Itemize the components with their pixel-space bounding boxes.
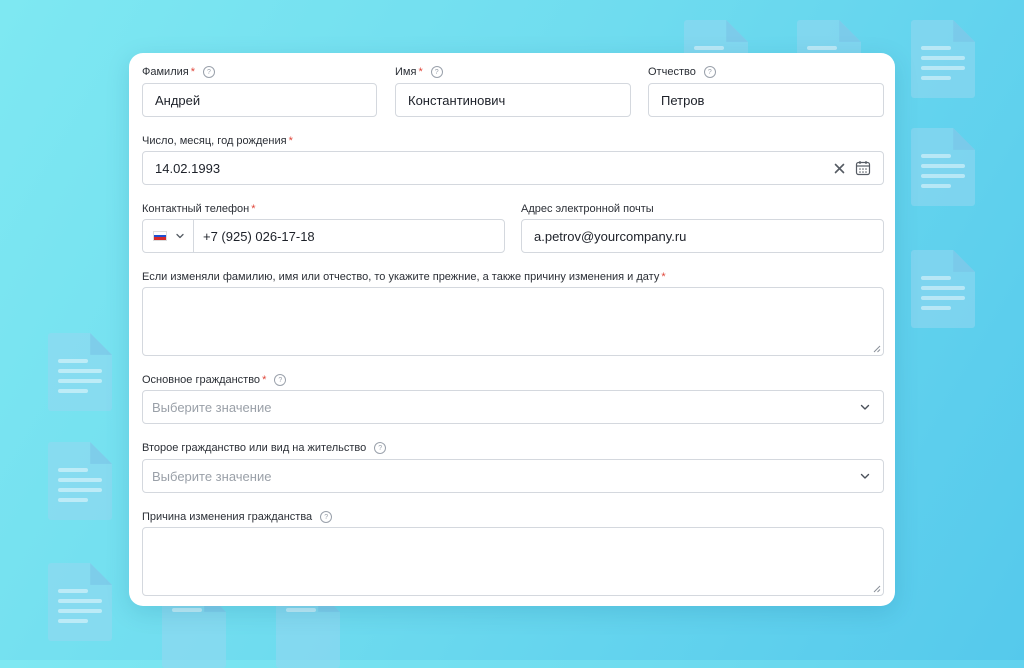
name-change-textarea[interactable]: [142, 287, 884, 356]
first-name-input[interactable]: Константинович: [395, 83, 631, 117]
second-citizenship-label: Второе гражданство или вид на жительство…: [142, 442, 387, 454]
required-mark: *: [251, 203, 256, 215]
required-mark: *: [262, 374, 267, 386]
chevron-down-icon: [860, 473, 870, 479]
phone-label: Контактный телефон *: [142, 203, 256, 215]
citizenship-change-reason-textarea[interactable]: [142, 527, 884, 596]
help-icon[interactable]: ?: [203, 66, 215, 78]
email-input[interactable]: a.petrov@yourcompany.ru: [521, 219, 884, 253]
document-icon: [48, 442, 112, 520]
document-icon: [48, 563, 112, 641]
resize-handle-icon[interactable]: [873, 345, 881, 353]
last-name-label: Фамилия * ?: [142, 66, 215, 78]
help-icon[interactable]: ?: [703, 66, 716, 78]
first-name-value: Константинович: [408, 92, 506, 108]
required-mark: *: [661, 271, 666, 283]
patronymic-input[interactable]: Петров: [648, 83, 884, 117]
email-value: a.petrov@yourcompany.ru: [534, 228, 687, 244]
help-icon[interactable]: ?: [430, 66, 443, 78]
document-icon: [911, 20, 975, 98]
phone-input[interactable]: +7 (925) 026-17-18: [142, 219, 505, 253]
email-label: Адрес электронной почты: [521, 203, 654, 215]
document-icon: [911, 128, 975, 206]
help-icon[interactable]: ?: [274, 374, 287, 386]
citizenship-select[interactable]: Выберите значение: [142, 390, 884, 424]
resize-handle-icon[interactable]: [873, 585, 881, 593]
required-mark: *: [190, 66, 195, 78]
patronymic-value: Петров: [661, 92, 705, 108]
citizenship-change-reason-label: Причина изменения гражданства ?: [142, 511, 333, 523]
first-name-label: Имя * ?: [395, 66, 443, 78]
birth-date-input[interactable]: 14.02.1993: [142, 151, 884, 185]
clear-icon[interactable]: [834, 163, 845, 174]
citizenship-label: Основное гражданство * ?: [142, 374, 287, 386]
phone-value: +7 (925) 026-17-18: [203, 228, 315, 244]
second-citizenship-placeholder: Выберите значение: [152, 468, 272, 484]
birth-date-label: Число, месяц, год рождения *: [142, 135, 293, 147]
citizenship-placeholder: Выберите значение: [152, 399, 272, 415]
required-mark: *: [418, 66, 423, 78]
name-change-label: Если изменяли фамилию, имя или отчество,…: [142, 271, 666, 283]
second-citizenship-select[interactable]: Выберите значение: [142, 459, 884, 493]
birth-date-value: 14.02.1993: [155, 160, 221, 176]
chevron-down-icon: [860, 404, 870, 410]
help-icon[interactable]: ?: [320, 511, 333, 523]
chevron-down-icon: [176, 233, 184, 239]
required-mark: *: [288, 135, 293, 147]
patronymic-label: Отчество ?: [648, 66, 716, 78]
help-icon[interactable]: ?: [374, 442, 387, 454]
personal-data-form: Фамилия * ? Имя * ? Отчество ? Андрей Конс…: [129, 53, 895, 606]
last-name-value: Андрей: [155, 92, 201, 108]
document-icon: [911, 250, 975, 328]
document-icon: [48, 333, 112, 411]
last-name-input[interactable]: Андрей: [142, 83, 377, 117]
country-code-select[interactable]: [143, 220, 194, 252]
calendar-icon[interactable]: [855, 160, 871, 176]
russia-flag-icon: [153, 231, 167, 241]
